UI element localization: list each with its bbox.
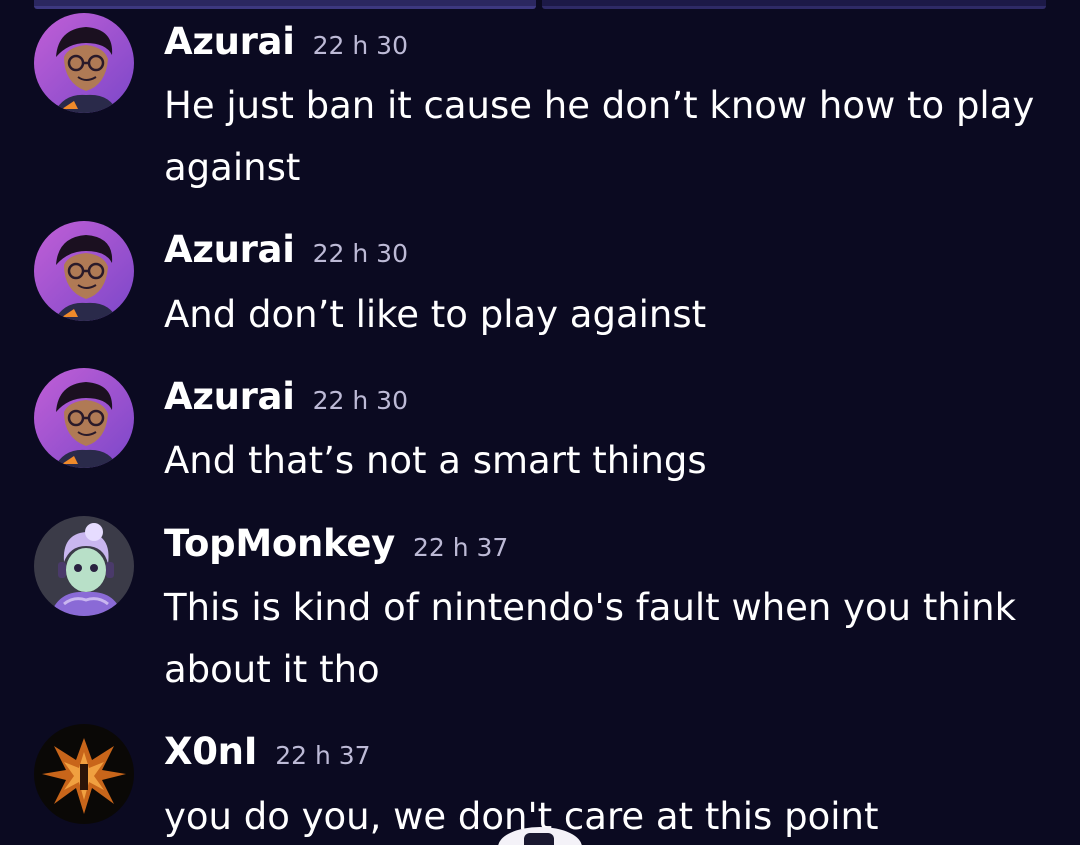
message-header: Azurai 22 h 30 (164, 375, 408, 418)
message-timestamp: 22 h 30 (312, 31, 408, 60)
message-timestamp: 22 h 30 (312, 239, 408, 268)
x0ni-avatar-icon (34, 724, 134, 824)
top-tab-strip (34, 0, 1046, 9)
author-name[interactable]: TopMonkey (164, 522, 395, 565)
message-header: TopMonkey 22 h 37 (164, 522, 508, 565)
message-header: Azurai 22 h 30 (164, 228, 408, 271)
azurai-avatar[interactable] (34, 221, 134, 321)
topmonkey-avatar[interactable] (34, 516, 134, 616)
author-name[interactable]: X0nI (164, 730, 257, 773)
message-text: He just ban it cause he don’t know how t… (164, 84, 1035, 189)
azurai-avatar[interactable] (34, 13, 134, 113)
message-text: you do you, we don't care at this point (164, 795, 879, 838)
author-name[interactable]: Azurai (164, 228, 295, 271)
azurai-avatar[interactable] (34, 368, 134, 468)
message-timestamp: 22 h 30 (312, 386, 408, 415)
message-text: And don’t like to play against (164, 293, 707, 336)
top-tab-left[interactable] (34, 0, 536, 9)
message-text: This is kind of nintendo's fault when yo… (164, 586, 1016, 691)
x0ni-avatar[interactable] (34, 724, 134, 824)
message-header: X0nI 22 h 37 (164, 730, 371, 773)
azurai-avatar-icon (34, 221, 134, 321)
author-name[interactable]: Azurai (164, 20, 295, 63)
author-name[interactable]: Azurai (164, 375, 295, 418)
message-header: Azurai 22 h 30 (164, 20, 408, 63)
topmonkey-avatar-icon (34, 516, 134, 616)
message-text: And that’s not a smart things (164, 439, 707, 482)
message-timestamp: 22 h 37 (412, 533, 509, 562)
message-timestamp: 22 h 37 (275, 741, 371, 770)
top-tab-right[interactable] (542, 0, 1046, 9)
azurai-avatar-icon (34, 368, 134, 468)
azurai-avatar-icon (34, 13, 134, 113)
chat-screen: Azurai 22 h 30 He just ban it cause he d… (0, 0, 1080, 845)
